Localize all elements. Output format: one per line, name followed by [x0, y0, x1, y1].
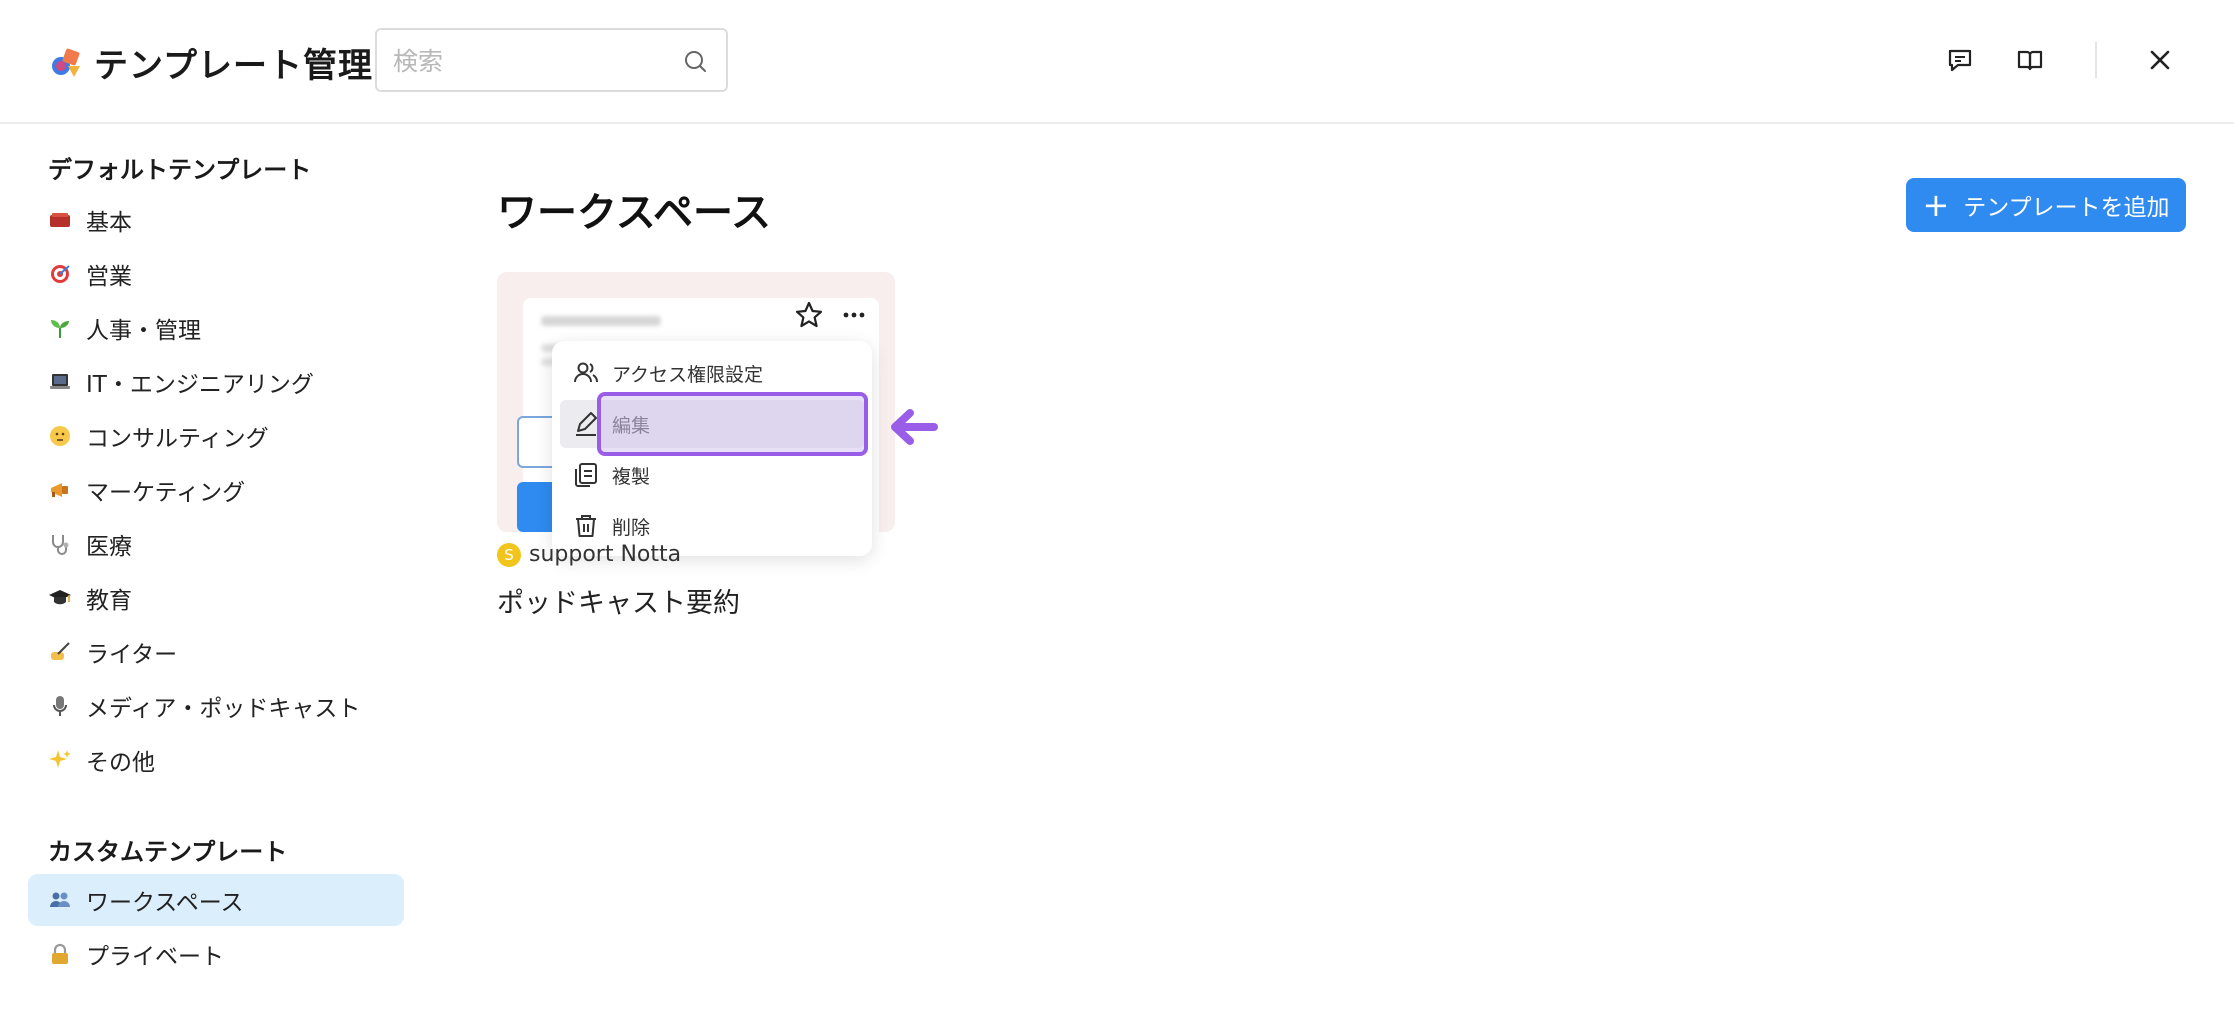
- stethoscope-icon: [52, 535, 69, 555]
- header-divider: [2095, 42, 2097, 78]
- card-author: S support Notta: [497, 542, 681, 567]
- laptop-icon: [50, 374, 70, 389]
- sidebar-item-label: コンサルティング: [86, 426, 269, 452]
- book-icon: [2017, 50, 2043, 71]
- feedback-icon: [1948, 49, 1972, 72]
- sidebar-item-label: 営業: [86, 264, 132, 290]
- close-button[interactable]: [2140, 40, 2180, 80]
- people-icon: [50, 892, 70, 907]
- sidebar-item-consulting[interactable]: コンサルティング: [28, 410, 404, 462]
- sidebar-item-label: 基本: [86, 210, 132, 236]
- header: テンプレート管理: [0, 0, 2234, 124]
- plus-icon: +: [1922, 186, 1950, 224]
- sidebar-item-label: 医療: [86, 534, 132, 560]
- more-icon: [843, 312, 865, 318]
- star-icon[interactable]: [794, 300, 824, 330]
- pointer-arrow-icon: [891, 409, 938, 445]
- thinking-face-icon: [50, 426, 70, 446]
- sidebar-item-private[interactable]: プライベート: [28, 928, 404, 980]
- preview-blur-text: [541, 316, 661, 326]
- sidebar-item-sales[interactable]: 営業: [28, 248, 404, 300]
- sidebar-item-writer[interactable]: ライター: [28, 626, 404, 678]
- search-icon[interactable]: [682, 48, 710, 76]
- sidebar-item-medical[interactable]: 医療: [28, 518, 404, 570]
- custom-templates-heading: カスタムテンプレート: [48, 838, 288, 866]
- microphone-icon: [53, 696, 67, 716]
- lock-icon: [52, 943, 68, 964]
- search-box[interactable]: [375, 28, 728, 92]
- close-icon: [2150, 50, 2170, 70]
- users-icon: [574, 362, 599, 383]
- app-logo-icon: [52, 48, 80, 77]
- sidebar-item-marketing[interactable]: マーケティング: [28, 464, 404, 516]
- megaphone-icon: [51, 483, 68, 497]
- menu-item-label: アクセス権限設定: [612, 363, 764, 386]
- menu-item-label: 複製: [612, 465, 651, 488]
- feedback-button[interactable]: [1940, 40, 1980, 80]
- avatar: S: [497, 542, 521, 567]
- sidebar-item-label: その他: [86, 750, 155, 776]
- sidebar-item-label: プライベート: [86, 944, 224, 970]
- sidebar-item-label: ライター: [86, 642, 178, 668]
- graduation-cap-icon: [49, 590, 71, 605]
- sparkles-icon: [49, 750, 71, 768]
- menu-item-label: 編集: [612, 414, 651, 437]
- sidebar-item-hr[interactable]: 人事・管理: [28, 302, 404, 354]
- sidebar-item-label: メディア・ポッドキャスト: [86, 696, 361, 722]
- sidebar: デフォルトテンプレート 基本 営業 人事・管理 IT・エンジニアリング コンサル…: [0, 126, 420, 1028]
- add-template-button[interactable]: + テンプレートを追加: [1906, 178, 2186, 232]
- default-templates-heading: デフォルトテンプレート: [48, 156, 312, 184]
- menu-item-duplicate[interactable]: 複製: [560, 451, 864, 499]
- sidebar-item-basic[interactable]: 基本: [28, 194, 404, 246]
- menu-item-access[interactable]: アクセス権限設定: [560, 349, 864, 397]
- more-options-button[interactable]: [838, 300, 870, 330]
- seedling-icon: [51, 320, 69, 338]
- sidebar-item-label: 教育: [86, 588, 132, 614]
- pencil-icon: [576, 412, 597, 436]
- context-menu: アクセス権限設定 編集 複製 削除: [552, 341, 872, 556]
- brick-icon: [50, 213, 70, 227]
- page-title: テンプレート管理: [94, 46, 373, 86]
- sidebar-item-label: 人事・管理: [86, 318, 201, 344]
- copy-icon: [575, 463, 597, 487]
- sidebar-item-label: マーケティング: [86, 480, 246, 506]
- menu-item-edit[interactable]: 編集: [560, 400, 864, 448]
- add-template-label: テンプレートを追加: [1963, 195, 2170, 221]
- menu-item-label: 削除: [612, 516, 651, 539]
- sidebar-item-label: IT・エンジニアリング: [86, 372, 314, 398]
- section-title: ワークスペース: [497, 190, 771, 236]
- sidebar-item-media[interactable]: メディア・ポッドキャスト: [28, 680, 404, 732]
- target-icon: [51, 265, 70, 283]
- search-input[interactable]: [393, 42, 673, 80]
- sidebar-item-education[interactable]: 教育: [28, 572, 404, 624]
- sidebar-item-it[interactable]: IT・エンジニアリング: [28, 356, 404, 408]
- writing-hand-icon: [51, 642, 70, 660]
- template-card-title[interactable]: ポッドキャスト要約: [497, 581, 740, 620]
- sidebar-item-label: ワークスペース: [86, 890, 244, 916]
- sidebar-item-other[interactable]: その他: [28, 734, 404, 786]
- author-name: support Notta: [529, 542, 682, 567]
- trash-icon: [576, 515, 596, 537]
- sidebar-item-workspace[interactable]: ワークスペース: [28, 874, 404, 926]
- guide-button[interactable]: [2010, 40, 2050, 80]
